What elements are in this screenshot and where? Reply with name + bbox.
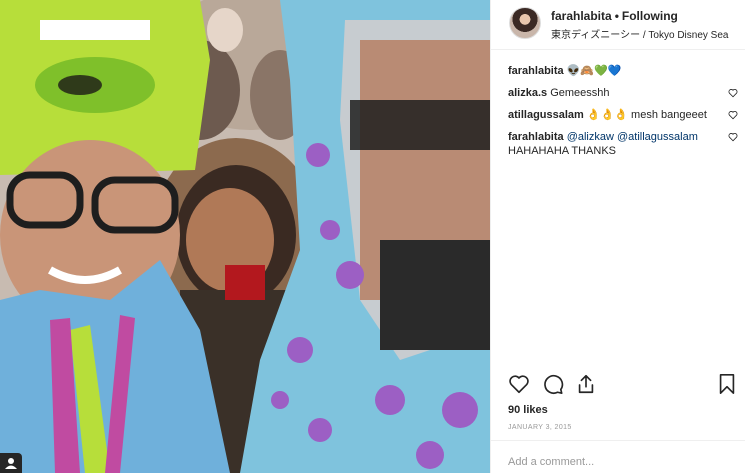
- comment-item: atillagussalam 👌👌👌 mesh bangeeet: [508, 108, 738, 122]
- heart-icon[interactable]: [508, 373, 530, 395]
- comment-mention[interactable]: @alizkaw: [567, 131, 614, 143]
- post-header: farahlabita • Following 東京ディズニーシー / Tokyo …: [491, 0, 745, 50]
- post-date: JANUARY 3, 2015: [508, 424, 572, 431]
- following-button[interactable]: Following: [622, 9, 678, 23]
- comment-like-icon[interactable]: [728, 110, 738, 120]
- photo-illustration: [0, 0, 490, 473]
- comment-text: 👽🙈💚💙: [566, 65, 622, 77]
- likes-count[interactable]: 90 likes: [508, 404, 548, 416]
- post-actions: [508, 373, 738, 399]
- avatar[interactable]: [509, 7, 541, 39]
- comment-username[interactable]: farahlabita: [508, 131, 564, 143]
- add-comment-input[interactable]: Add a comment...: [508, 456, 594, 468]
- comment-text: 👌👌👌 mesh bangeeet: [586, 109, 707, 121]
- header-user-line: farahlabita • Following: [551, 9, 678, 23]
- location-link[interactable]: 東京ディズニーシー / Tokyo Disney Sea: [551, 26, 728, 41]
- divider: [491, 440, 745, 441]
- user-tag-icon: [5, 458, 17, 469]
- comment-like-icon[interactable]: [728, 88, 738, 98]
- comment-text: HAHAHAHA THANKS: [508, 145, 616, 157]
- comment-text: Gemeesshh: [550, 87, 610, 99]
- comments-list: farahlabita 👽🙈💚💙 alizka.s Gemeesshh atil…: [508, 64, 738, 166]
- comment-item: alizka.s Gemeesshh: [508, 86, 738, 100]
- comment-username[interactable]: farahlabita: [508, 65, 564, 77]
- user-tag-badge[interactable]: [0, 453, 22, 473]
- comment-item: farahlabita 👽🙈💚💙: [508, 64, 738, 78]
- post-photo[interactable]: [0, 0, 490, 473]
- comment-mention[interactable]: @atillagussalam: [617, 131, 698, 143]
- comment-username[interactable]: atillagussalam: [508, 109, 584, 121]
- comment-item: farahlabita @alizkaw @atillagussalam HAH…: [508, 130, 738, 158]
- bookmark-icon[interactable]: [717, 373, 737, 395]
- comment-username[interactable]: alizka.s: [508, 87, 547, 99]
- comment-bubble-icon[interactable]: [542, 373, 564, 395]
- header-username[interactable]: farahlabita: [551, 9, 612, 23]
- post-sidebar: farahlabita • Following 東京ディズニーシー / Tokyo …: [490, 0, 745, 473]
- share-icon[interactable]: [575, 373, 597, 395]
- comment-like-icon[interactable]: [728, 132, 738, 142]
- header-separator: •: [614, 9, 619, 23]
